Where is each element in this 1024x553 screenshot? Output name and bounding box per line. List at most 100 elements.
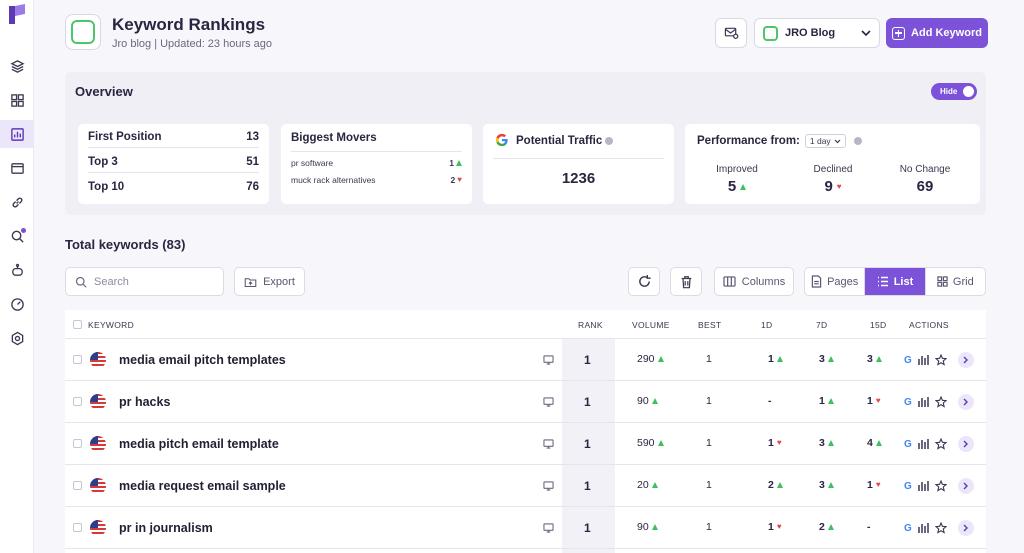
keyword-text[interactable]: pr in journalism (119, 521, 213, 535)
google-serp-icon[interactable]: G (904, 355, 912, 366)
star-icon[interactable] (934, 438, 947, 450)
keyword-text[interactable]: media email pitch templates (119, 353, 286, 367)
row-checkbox[interactable] (73, 397, 82, 406)
col-header-15d[interactable]: 15D (870, 320, 887, 330)
google-serp-icon[interactable]: G (904, 439, 912, 450)
refresh-button[interactable] (628, 267, 660, 296)
volume-cell: 90 (637, 395, 658, 407)
col-header-best[interactable]: BEST (698, 320, 721, 330)
list-label: List (893, 275, 914, 288)
sidebar-item-settings[interactable] (0, 324, 34, 352)
hide-overview-toggle[interactable]: Hide (931, 83, 977, 100)
arrow-up-icon (651, 524, 658, 530)
arrow-up-icon (657, 440, 664, 446)
open-keyword-button[interactable] (957, 520, 974, 536)
email-report-button[interactable] (715, 18, 747, 48)
open-keyword-button[interactable] (957, 478, 974, 494)
row-checkbox[interactable] (73, 523, 82, 532)
list-icon (877, 276, 888, 287)
sidebar-item-dashboard[interactable] (0, 86, 34, 114)
link-icon (12, 197, 22, 207)
view-pages-tab[interactable]: Pages (805, 268, 866, 295)
sidebar-item-bot[interactable] (0, 256, 34, 284)
bar-chart-icon[interactable] (917, 355, 929, 365)
period-value: 1 day (809, 136, 831, 146)
info-icon[interactable] (853, 137, 862, 145)
sidebar-item-browser[interactable] (0, 154, 34, 182)
info-icon[interactable] (605, 136, 614, 145)
mover-item[interactable]: pr software 1 (291, 156, 462, 170)
col-header-volume[interactable]: VOLUME (632, 320, 670, 330)
period-select[interactable]: 1 day (804, 134, 846, 148)
google-serp-icon[interactable]: G (904, 523, 912, 534)
position-row-top10: Top 10 76 (88, 176, 259, 198)
overview-panel: Overview Hide First Position 13 Top 3 51… (65, 72, 986, 215)
sidebar-item-layers[interactable] (0, 52, 34, 80)
volume-cell: 590 (637, 437, 664, 449)
select-all-checkbox[interactable] (73, 320, 82, 329)
row-checkbox[interactable] (73, 355, 82, 364)
declined-label: Declined (813, 164, 853, 175)
table-row[interactable]: pr hacks 1 90 1-1 1 ♥ G (65, 381, 986, 423)
add-keyword-button[interactable]: Add Keyword (886, 18, 988, 48)
change-1d-value: 1 (768, 521, 774, 533)
keyword-text[interactable]: pr hacks (119, 395, 170, 409)
export-button[interactable]: Export (234, 267, 305, 296)
mover-item[interactable]: muck rack alternatives 2 ♥ (291, 173, 462, 187)
keyword-text[interactable]: media pitch email template (119, 437, 279, 451)
best-value: 1 (706, 395, 712, 407)
sidebar-item-links[interactable] (0, 188, 34, 216)
traffic-title-text: Potential Traffic (516, 135, 603, 147)
rankings-icon (10, 127, 24, 141)
col-header-rank[interactable]: RANK (578, 320, 603, 330)
google-serp-icon[interactable]: G (904, 481, 912, 492)
col-header-7d[interactable]: 7D (816, 320, 827, 330)
col-header-keyword[interactable]: KEYWORD (88, 320, 134, 330)
table-row[interactable]: media email pitch templates 1 290 1 1 3 3 G (65, 339, 986, 381)
row-checkbox[interactable] (73, 481, 82, 490)
mover-value: 2 (450, 175, 456, 185)
row-checkbox[interactable] (73, 439, 82, 448)
open-keyword-button[interactable] (957, 394, 974, 410)
sidebar-item-analytics[interactable] (0, 290, 34, 318)
delete-button[interactable] (670, 267, 702, 296)
mail-settings-icon (724, 27, 738, 39)
star-icon[interactable] (934, 396, 947, 408)
change-15d: 1 ♥ (867, 395, 881, 407)
keywords-table: KEYWORD RANK VOLUME BEST 1D 7D 15D ACTIO… (65, 310, 986, 553)
keyword-text[interactable]: media request email sample (119, 479, 286, 493)
table-row[interactable]: media pitch email template 1 590 1 1 ♥ 3 4 G (65, 423, 986, 465)
bar-chart-icon[interactable] (917, 397, 929, 407)
change-15d-value: 3 (867, 353, 873, 365)
chevron-right-icon (963, 440, 969, 448)
search-box[interactable] (65, 267, 224, 296)
star-icon[interactable] (934, 354, 947, 366)
project-select[interactable]: JRO Blog (754, 18, 880, 48)
search-input[interactable] (94, 275, 214, 288)
app-logo-icon[interactable] (7, 4, 27, 26)
chevron-down-icon (861, 29, 871, 36)
change-7d-value: 2 (819, 521, 825, 533)
change-15d-value: 4 (867, 437, 873, 449)
google-serp-icon[interactable]: G (904, 397, 912, 408)
bar-chart-icon[interactable] (917, 439, 929, 449)
potential-traffic-value: 1236 (561, 170, 596, 187)
col-header-1d[interactable]: 1D (761, 320, 772, 330)
open-keyword-button[interactable] (957, 352, 974, 368)
view-grid-tab[interactable]: Grid (926, 268, 985, 295)
table-row[interactable]: media request email sample 1 20 1 2 3 1 ♥ G (65, 465, 986, 507)
open-keyword-button[interactable] (957, 436, 974, 452)
volume-cell: 20 (637, 479, 658, 491)
arrow-up-icon (875, 356, 882, 362)
table-row[interactable]: pr in journalism 1 90 1 1 ♥ 2- G (65, 507, 986, 549)
view-list-tab[interactable]: List (865, 268, 926, 295)
search-icon (75, 276, 87, 288)
sidebar-item-rankings[interactable] (0, 120, 34, 148)
star-icon[interactable] (934, 522, 947, 534)
bar-chart-icon[interactable] (917, 523, 929, 533)
star-icon[interactable] (934, 480, 947, 492)
columns-button[interactable]: Columns (714, 267, 794, 296)
sidebar-item-research[interactable] (0, 222, 34, 250)
mover-keyword: pr software (291, 158, 334, 168)
bar-chart-icon[interactable] (917, 481, 929, 491)
